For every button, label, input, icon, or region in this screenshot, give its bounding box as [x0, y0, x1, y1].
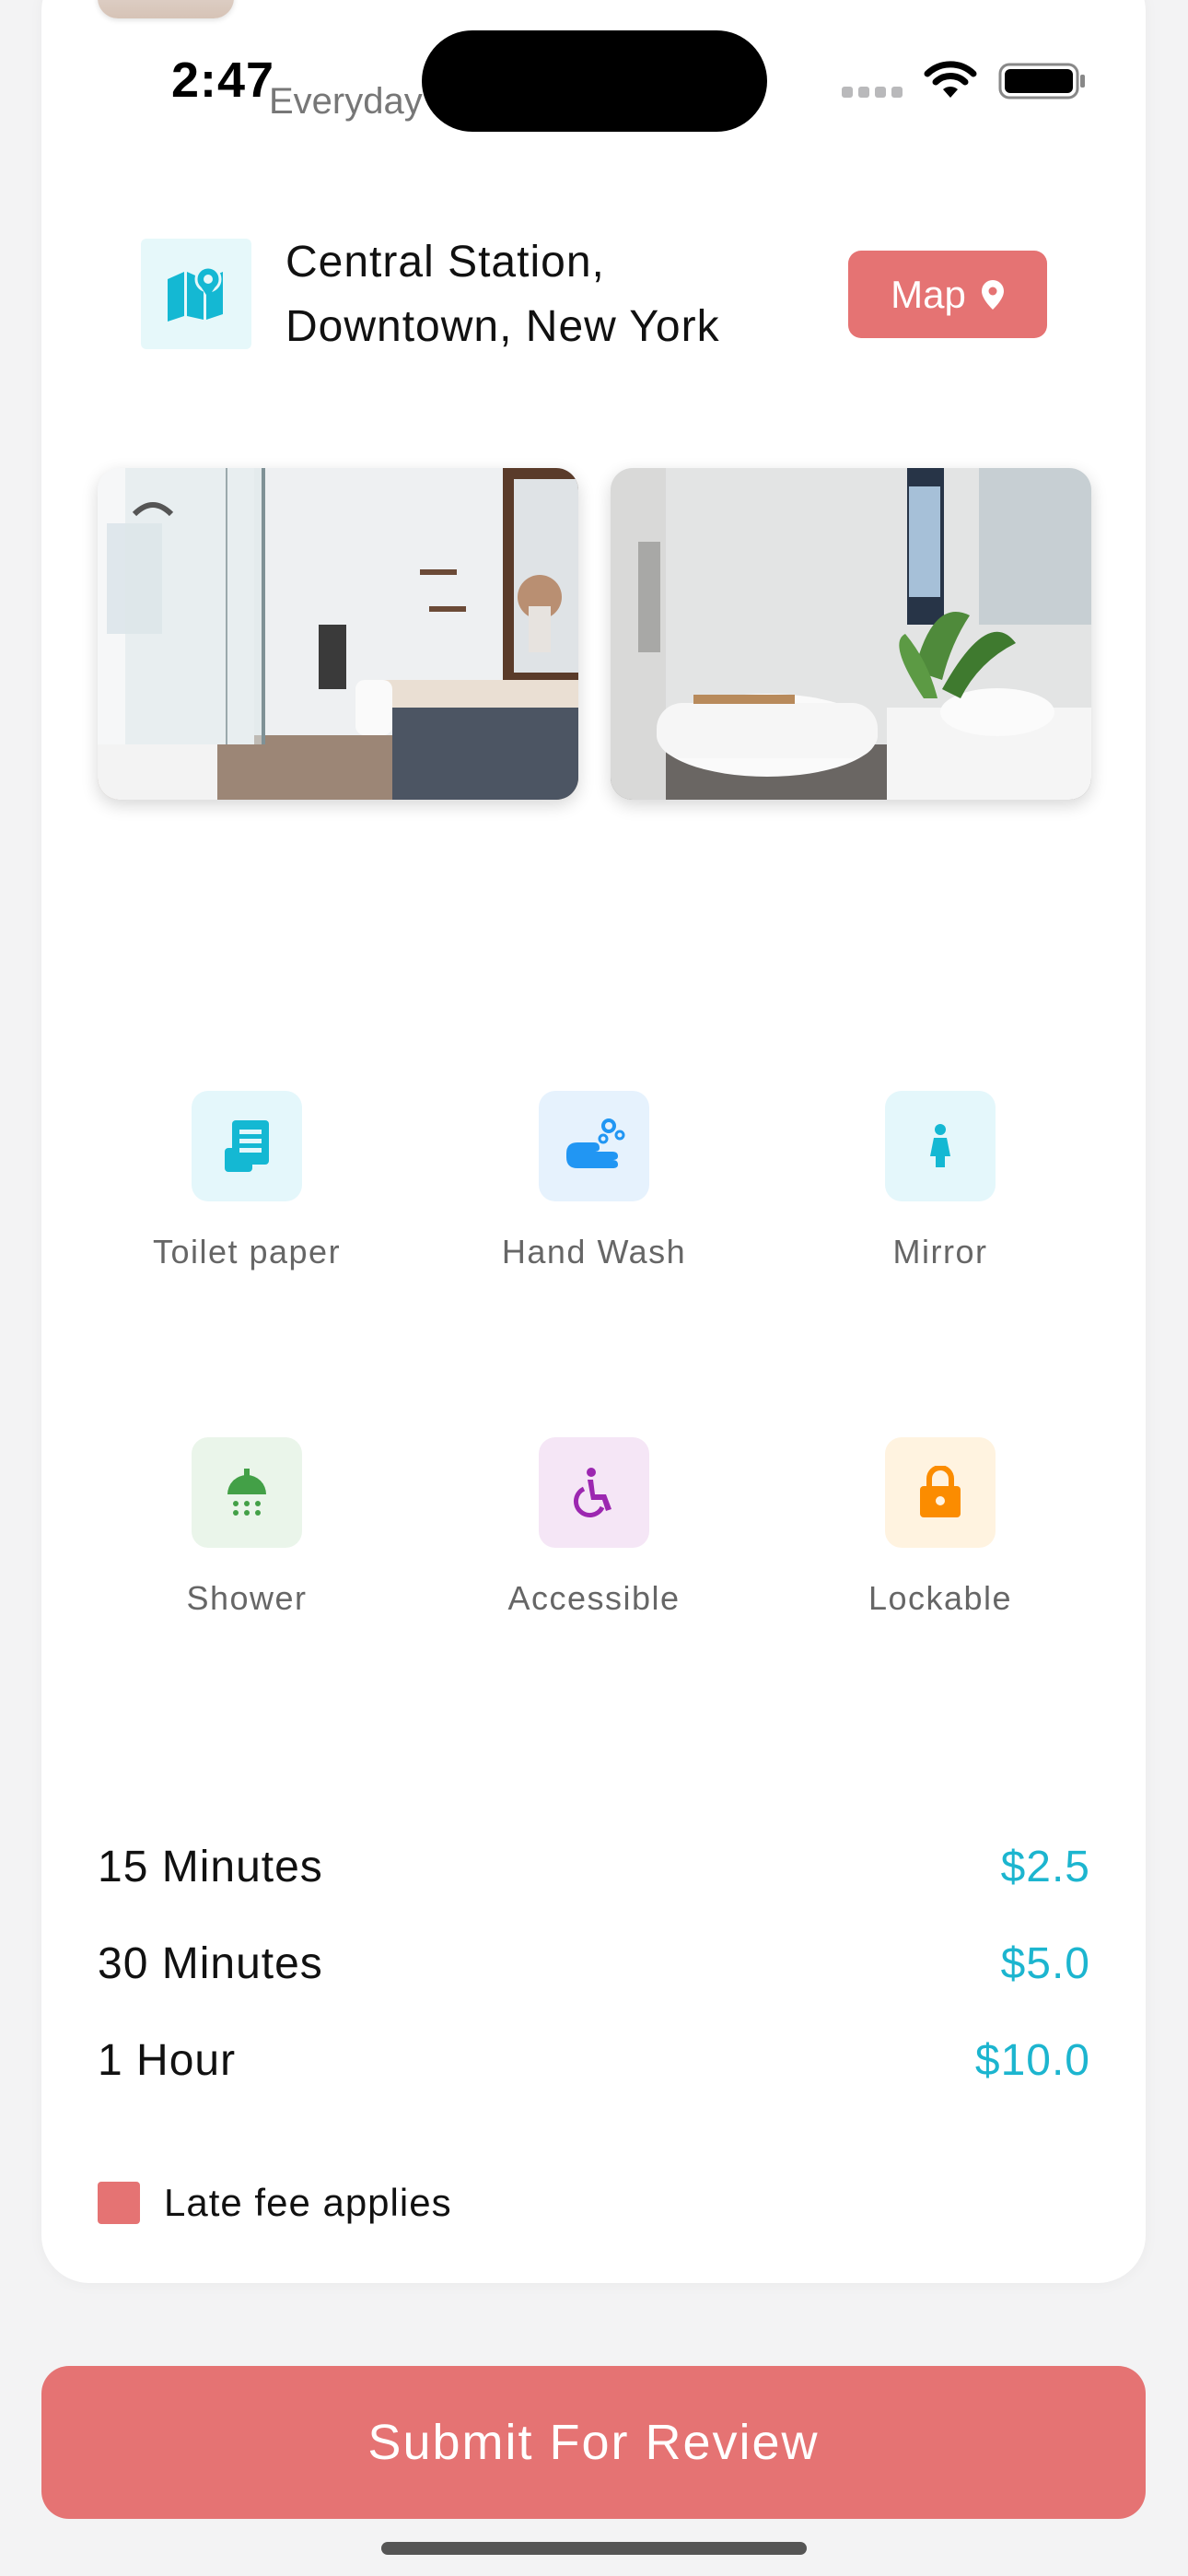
late-fee-note: Late fee applies: [98, 2181, 452, 2225]
map-button-label: Map: [891, 272, 966, 316]
late-fee-indicator: [98, 2182, 140, 2224]
amenity-label: Toilet paper: [152, 1233, 342, 1270]
price-amount: $5.0: [1000, 1939, 1090, 1988]
price-row: 1 Hour $10.0: [98, 2035, 1090, 2086]
late-fee-label: Late fee applies: [164, 2181, 452, 2224]
wheelchair-icon: [539, 1437, 649, 1548]
price-duration: 30 Minutes: [98, 1939, 323, 1988]
amenity-label: Lockable: [868, 1579, 1013, 1617]
location-pin-icon: [981, 279, 1004, 310]
amenity-label: Mirror: [892, 1233, 988, 1270]
address-line-2: Downtown, New York: [285, 302, 720, 351]
home-indicator: [381, 2542, 807, 2555]
amenity-shower: Shower: [109, 1437, 385, 1640]
hand-wash-icon: [539, 1091, 649, 1201]
address-line-1: Central Station,: [285, 238, 605, 287]
amenity-lockable: Lockable: [802, 1437, 1078, 1640]
submit-button-label: Submit For Review: [367, 2415, 820, 2470]
avatar: [98, 0, 234, 18]
amenity-toilet-paper: Toilet paper: [109, 1091, 385, 1294]
map-button[interactable]: Map: [848, 251, 1047, 338]
shower-icon: [192, 1437, 302, 1548]
bathroom-photo-bathtub-sink[interactable]: [611, 468, 1091, 800]
battery-icon: [998, 63, 1085, 100]
bathroom-photo-shower-vanity[interactable]: [98, 468, 578, 800]
price-amount: $10.0: [974, 2036, 1090, 2085]
toilet-paper-icon: [192, 1091, 302, 1201]
amenity-hand-wash: Hand Wash: [456, 1091, 732, 1294]
wifi-icon: [924, 61, 977, 98]
person-icon: [885, 1091, 996, 1201]
cellular-signal-icon: [842, 87, 903, 98]
location-address: Central Station, Downtown, New York: [285, 230, 720, 359]
status-time: 2:47: [171, 53, 275, 108]
price-duration: 1 Hour: [98, 2036, 237, 2085]
lock-icon: [885, 1437, 996, 1548]
amenity-accessible: Accessible: [456, 1437, 732, 1640]
amenity-mirror: Mirror: [802, 1091, 1078, 1294]
submit-for-review-button[interactable]: Submit For Review: [41, 2366, 1146, 2519]
map-location-icon: [141, 239, 251, 349]
price-row: 30 Minutes $5.0: [98, 1938, 1090, 1989]
price-amount: $2.5: [1000, 1843, 1090, 1891]
price-row: 15 Minutes $2.5: [98, 1842, 1090, 1892]
amenity-label: Accessible: [507, 1579, 681, 1617]
price-duration: 15 Minutes: [98, 1843, 323, 1891]
amenity-label: Shower: [186, 1579, 308, 1617]
dynamic-island: [422, 30, 767, 132]
partial-title-text: Everyday: [269, 81, 423, 122]
amenity-label: Hand Wash: [501, 1233, 687, 1270]
